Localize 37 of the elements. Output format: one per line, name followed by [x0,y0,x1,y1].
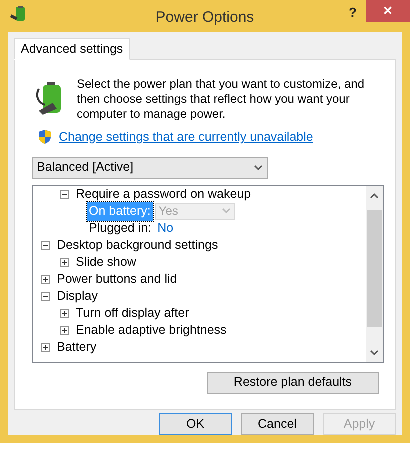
scroll-up-icon[interactable] [370,192,379,199]
collapse-icon[interactable] [41,292,50,301]
expand-icon[interactable] [41,342,50,352]
change-settings-link[interactable]: Change settings that are currently unavailable [59,128,314,147]
scrollbar-thumb[interactable] [367,210,382,327]
tree-item[interactable]: Battery [57,338,97,357]
expand-icon[interactable] [60,308,69,318]
expand-icon[interactable] [41,274,50,284]
chevron-down-icon [254,164,263,171]
setting-value: Yes [158,203,178,220]
intro-text: Select the power plan that you want to customize, and then choose settings that reflect how you want your computer to manage power. [77,77,366,122]
tree-item[interactable]: Power buttons and lid [57,270,178,289]
chevron-down-icon [222,208,231,214]
tree-item[interactable]: Slide show [76,252,136,272]
tree-item[interactable]: Display [57,286,98,306]
help-button[interactable]: ? [346,3,360,22]
battery-plug-icon [10,6,28,24]
plan-value: Balanced [Active] [37,159,134,176]
dialog-button[interactable]: Cancel [241,413,314,435]
collapse-icon[interactable] [41,240,50,250]
dialog-button[interactable]: OK [159,413,232,435]
scroll-down-icon[interactable] [370,350,379,356]
plan-dropdown[interactable]: Balanced [Active] [32,156,268,179]
close-button[interactable]: ✕ [366,0,410,22]
expand-icon[interactable] [60,258,69,267]
collapse-icon[interactable] [60,190,69,199]
tree-item[interactable]: Desktop background settings [57,236,218,255]
tree-item[interactable]: Enable adaptive brightness [76,320,227,340]
tree-item[interactable]: Require a password on wakeup [76,186,252,204]
shield-icon [37,129,53,146]
tab[interactable]: Advanced settings [14,38,130,60]
window-title: Power Options [154,8,256,28]
expand-icon[interactable] [60,326,69,335]
setting-value-link[interactable]: No [158,218,174,238]
tree-item[interactable]: Turn off display after [76,304,190,323]
restore-defaults-button[interactable]: Restore plan defaults [207,372,379,394]
setting-label[interactable]: Plugged in: [87,218,154,238]
